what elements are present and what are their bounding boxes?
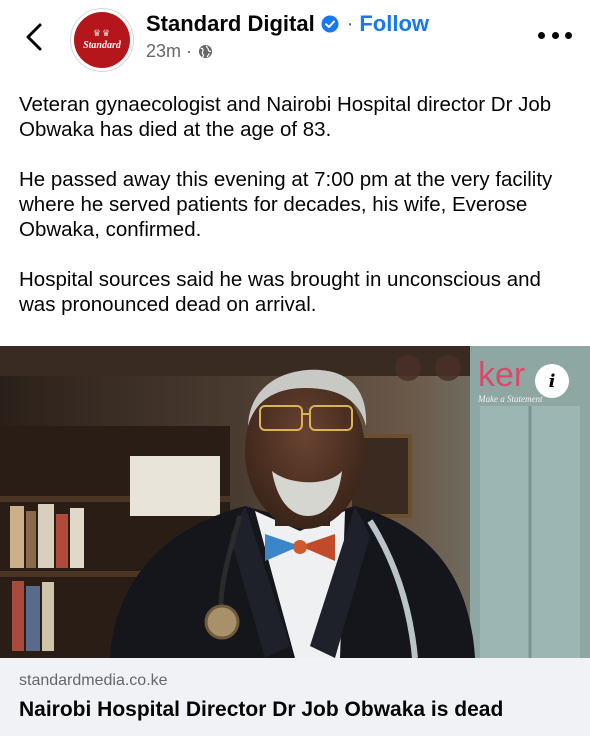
post-header: ♛♛ Standard Standard Digital · Follow 23… xyxy=(0,0,590,76)
link-preview-footer[interactable]: standardmedia.co.ke Nairobi Hospital Dir… xyxy=(0,658,590,736)
verified-badge-icon xyxy=(321,15,339,33)
post-timestamp[interactable]: 23m xyxy=(146,41,181,62)
crest-icon: ♛♛ xyxy=(92,28,112,38)
page-name-row: Standard Digital · Follow xyxy=(146,10,429,38)
globe-icon xyxy=(198,44,213,58)
follow-button[interactable]: Follow xyxy=(359,11,429,37)
page-avatar[interactable]: ♛♛ Standard xyxy=(70,8,134,72)
link-domain: standardmedia.co.ke xyxy=(19,672,168,689)
more-dot xyxy=(565,31,572,39)
post-meta: 23m · xyxy=(146,40,213,62)
separator-dot: · xyxy=(346,12,354,35)
link-preview-image[interactable]: ker Make a Statement xyxy=(0,346,590,658)
link-title[interactable]: Nairobi Hospital Director Dr Job Obwaka … xyxy=(19,698,503,722)
standard-logo: ♛♛ Standard xyxy=(74,12,130,68)
post-paragraph: Veteran gynaecologist and Nairobi Hospit… xyxy=(19,93,552,141)
post-body: Veteran gynaecologist and Nairobi Hospit… xyxy=(19,92,575,342)
meta-separator: · xyxy=(186,40,193,61)
watermark-subtext: Make a Statement xyxy=(477,394,543,404)
avatar-label: Standard xyxy=(83,40,121,51)
more-options-icon[interactable] xyxy=(538,28,572,42)
post-paragraph: Hospital sources said he was brought in … xyxy=(19,268,541,316)
watermark-text: ker xyxy=(478,356,525,394)
post-paragraph: He passed away this evening at 7:00 pm a… xyxy=(19,168,553,241)
chevron-left-icon[interactable] xyxy=(22,22,48,52)
page-name[interactable]: Standard Digital xyxy=(146,11,315,37)
more-dot xyxy=(551,31,559,39)
info-icon[interactable]: i xyxy=(535,364,569,398)
more-dot xyxy=(538,31,545,39)
